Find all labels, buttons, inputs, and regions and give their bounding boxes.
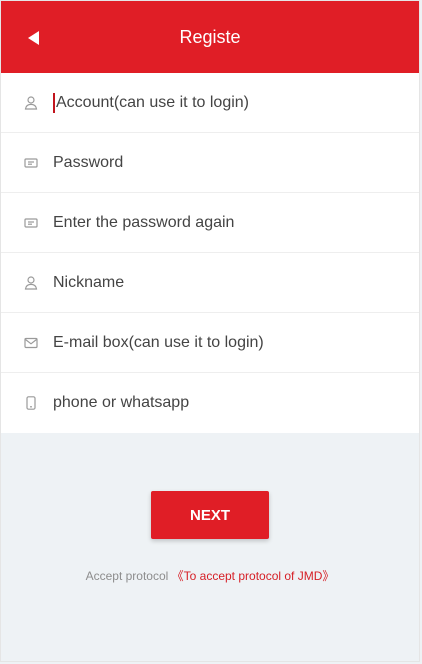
back-arrow-icon: [28, 31, 39, 45]
protocol-line: Accept protocol 《To accept protocol of J…: [1, 567, 419, 584]
page-title: Registe: [179, 27, 241, 47]
nickname-input[interactable]: Nickname: [53, 253, 419, 312]
account-field[interactable]: Account(can use it to login): [1, 73, 419, 133]
text-caret: [53, 92, 55, 113]
register-form: Account(can use it to login) Password En…: [1, 73, 419, 433]
phone-field[interactable]: phone or whatsapp: [1, 373, 419, 433]
confirm-password-placeholder: Enter the password again: [53, 213, 235, 231]
nickname-field[interactable]: Nickname: [1, 253, 419, 313]
app-header: Registe: [1, 1, 419, 73]
user-icon: [23, 275, 39, 291]
password-field[interactable]: Password: [1, 133, 419, 193]
mail-icon: [23, 335, 39, 351]
phone-placeholder: phone or whatsapp: [53, 394, 190, 411]
confirm-password-field[interactable]: Enter the password again: [1, 193, 419, 253]
confirm-password-input[interactable]: Enter the password again: [53, 193, 419, 252]
email-input[interactable]: E-mail box(can use it to login): [53, 313, 419, 372]
protocol-prefix: Accept protocol: [85, 569, 169, 583]
protocol-link[interactable]: 《To accept protocol of JMD》: [172, 569, 335, 583]
email-placeholder: E-mail box(can use it to login): [53, 333, 264, 351]
phone-icon: [23, 395, 39, 411]
password-placeholder: Password: [53, 153, 124, 171]
nickname-placeholder: Nickname: [53, 273, 125, 291]
back-button[interactable]: [25, 29, 43, 47]
password-icon: [23, 155, 39, 171]
user-icon: [23, 95, 39, 111]
account-placeholder: Account(can use it to login): [56, 93, 249, 111]
next-button[interactable]: NEXT: [151, 491, 269, 539]
password-icon: [23, 215, 39, 231]
password-input[interactable]: Password: [53, 133, 419, 192]
register-screen: Registe Account(can use it to login) Pas…: [0, 0, 420, 662]
phone-input[interactable]: phone or whatsapp: [53, 373, 419, 433]
email-field[interactable]: E-mail box(can use it to login): [1, 313, 419, 373]
bottom-section: NEXT Accept protocol 《To accept protocol…: [1, 491, 419, 584]
account-input[interactable]: Account(can use it to login): [53, 73, 419, 132]
